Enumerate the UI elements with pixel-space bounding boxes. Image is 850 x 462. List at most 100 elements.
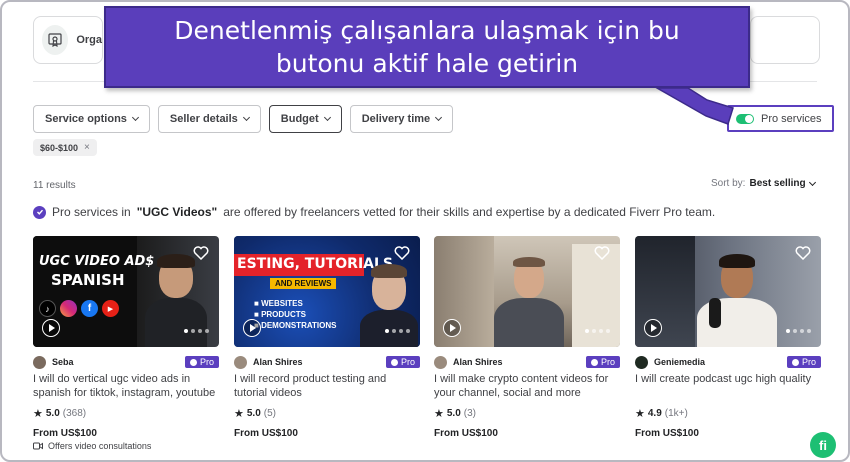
seller-name[interactable]: Geniemedia (654, 357, 787, 367)
person-photo (360, 262, 418, 347)
chevron-down-icon (323, 113, 331, 122)
play-icon[interactable] (42, 319, 60, 337)
video-camera-icon (33, 442, 43, 450)
active-filter-chip[interactable]: $60-$100 × (33, 139, 97, 156)
close-icon[interactable]: × (84, 142, 90, 153)
callout-line-2: butonu aktif hale getirin (275, 49, 579, 78)
review-count: (5) (263, 408, 277, 419)
gig-title[interactable]: I will record product testing and tutori… (234, 372, 420, 400)
filter-delivery-time[interactable]: Delivery time (349, 105, 454, 133)
star-icon: ★ (33, 408, 43, 420)
category-card-label: Orga (76, 34, 102, 46)
star-icon: ★ (434, 408, 444, 420)
thumb-headline: UGC VIDEO AD$ (39, 254, 155, 269)
chevron-down-icon (808, 178, 816, 186)
filter-bar: Service options Seller details Budget De… (33, 105, 454, 133)
pro-badge: Pro (385, 356, 420, 368)
youtube-icon: ▶ (102, 300, 119, 317)
fiverr-chat-button[interactable]: fi (810, 432, 836, 458)
gig-thumbnail[interactable]: UGC VIDEO AD$ SPANISH ♪ f ▶ (33, 236, 219, 347)
thumb-list-item: PRODUCTS (261, 310, 306, 319)
social-icons: ♪ f ▶ (39, 300, 119, 317)
seller-name[interactable]: Seba (52, 357, 185, 367)
gig-title[interactable]: I will make crypto content videos for yo… (434, 372, 620, 400)
page-frame: Orga Service options Seller details Budg… (0, 0, 850, 462)
gig-rating: ★ 5.0 (368) (33, 407, 219, 420)
play-icon[interactable] (644, 319, 662, 337)
chevron-down-icon (131, 113, 139, 122)
seller-row: Alan Shires Pro (234, 355, 420, 369)
pro-badge: Pro (184, 356, 219, 368)
gig-thumbnail[interactable] (635, 236, 821, 347)
callout-line-1: Denetlenmiş çalışanlara ulaşmak için bu (174, 16, 680, 45)
gig-card[interactable]: UGC VIDEO AD$ SPANISH ♪ f ▶ Seba Pro I w… (33, 236, 219, 439)
avatar[interactable] (33, 355, 46, 369)
thumb-list: ■ WEBSITES ■ PRODUCTS ■ DEMONSTRATIONS (254, 299, 337, 330)
verified-check-icon (33, 205, 46, 219)
check-icon (791, 358, 799, 366)
gig-title[interactable]: I will create podcast ugc high quality (635, 372, 821, 400)
play-icon[interactable] (443, 319, 461, 337)
avatar[interactable] (635, 355, 648, 369)
filter-budget[interactable]: Budget (268, 105, 342, 133)
pro-badge-label: Pro (600, 357, 615, 367)
instagram-icon (60, 300, 77, 317)
rating-value: 5.0 (446, 408, 461, 419)
gig-price: From US$100 (635, 428, 699, 439)
avatar[interactable] (434, 355, 447, 369)
star-icon: ★ (234, 408, 244, 420)
arrow-shape (654, 87, 734, 125)
gig-title[interactable]: I will do vertical ugc video ads in span… (33, 372, 219, 400)
carousel-dots[interactable] (585, 329, 610, 333)
pro-info-banner: Pro services in "UGC Videos" are offered… (33, 205, 715, 219)
pro-badge: Pro (585, 356, 620, 368)
pro-info-category: "UGC Videos" (136, 205, 218, 219)
heart-icon[interactable] (193, 246, 209, 260)
category-card-right[interactable] (750, 16, 820, 64)
play-icon[interactable] (243, 319, 261, 337)
star-icon: ★ (635, 408, 645, 420)
gig-card[interactable]: ESTING, TUTORIALS AND REVIEWS ■ WEBSITES… (234, 236, 420, 439)
pro-services-toggle[interactable]: Pro services (727, 105, 834, 132)
gig-thumbnail[interactable]: ESTING, TUTORIALS AND REVIEWS ■ WEBSITES… (234, 236, 420, 347)
gig-card[interactable]: Alan Shires Pro I will make crypto conte… (434, 236, 620, 439)
carousel-dots[interactable] (184, 329, 209, 333)
filter-seller-details[interactable]: Seller details (157, 105, 261, 133)
gig-thumbnail[interactable] (434, 236, 620, 347)
certificate-icon (42, 25, 69, 55)
seller-row: Geniemedia Pro (635, 355, 821, 369)
check-icon (590, 358, 598, 366)
rating-value: 5.0 (45, 408, 60, 419)
rating-value: 5.0 (246, 408, 261, 419)
seller-name[interactable]: Alan Shires (453, 357, 586, 367)
filter-label: Delivery time (361, 113, 431, 125)
gig-card[interactable]: Geniemedia Pro I will create podcast ugc… (635, 236, 821, 439)
video-consult-label: Offers video consultations (48, 441, 152, 451)
review-count: (3) (463, 408, 477, 419)
thumb-list-item: WEBSITES (261, 299, 303, 308)
gig-rating: ★ 4.9 (1k+) (635, 407, 821, 420)
pro-info-suffix: are offered by freelancers vetted for th… (223, 205, 716, 219)
check-icon (189, 358, 197, 366)
carousel-dots[interactable] (385, 329, 410, 333)
heart-icon[interactable] (795, 246, 811, 260)
avatar[interactable] (234, 355, 247, 369)
toggle-switch[interactable] (736, 113, 754, 124)
seller-row: Seba Pro (33, 355, 219, 369)
filter-service-options[interactable]: Service options (33, 105, 150, 133)
check-icon (390, 358, 398, 366)
rating-value: 4.9 (647, 408, 662, 419)
tiktok-icon: ♪ (39, 300, 56, 317)
carousel-dots[interactable] (786, 329, 811, 333)
review-count: (1k+) (664, 408, 688, 419)
chip-label: $60-$100 (40, 142, 79, 153)
results-count: 11 results (33, 180, 76, 191)
heart-icon[interactable] (594, 246, 610, 260)
heart-icon[interactable] (394, 246, 410, 260)
sort-dropdown[interactable]: Sort by: Best selling (711, 178, 816, 189)
category-card[interactable]: Orga (33, 16, 103, 64)
seller-name[interactable]: Alan Shires (253, 357, 386, 367)
sort-value: Best selling (749, 178, 806, 189)
thumb-subheadline: SPANISH (51, 271, 125, 289)
filter-label: Service options (45, 113, 127, 125)
